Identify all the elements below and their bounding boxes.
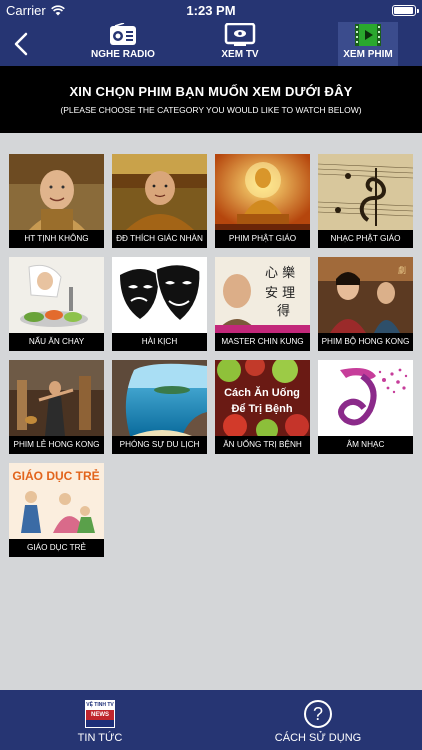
svg-text:安 理: 安 理 [265, 286, 295, 301]
news-logo-mid-text: NEWS [86, 710, 114, 720]
tile-overlay-text: Để Trị Bệnh [231, 403, 292, 415]
banner-subtitle: (PLEASE CHOOSE THE CATEGORY YOU WOULD LI… [60, 105, 362, 115]
category-tile-master-chin-kung[interactable]: 心 樂 安 理 得 MASTER CHIN KUNG [215, 257, 310, 351]
tab-label: TIN TỨC [77, 732, 123, 744]
category-tile-dd-thich-giac-nhan[interactable]: ĐĐ THÍCH GIÁC NHÀN [112, 154, 207, 248]
master-calligraphy-image: 心 樂 安 理 得 [215, 257, 310, 333]
svg-text:得: 得 [277, 303, 290, 319]
svg-text:劇: 劇 [398, 265, 406, 275]
tile-label: NHẠC PHẬT GIÁO [330, 234, 401, 243]
category-tile-an-uong-tri-benh[interactable]: Cách Ăn Uống Để Trị Bệnh ĂN UỐNG TRỊ BỆN… [215, 360, 310, 454]
battery-icon [392, 5, 419, 16]
tab-label: XEM PHIM [343, 49, 393, 60]
category-tile-phim-bo-hong-kong[interactable]: 劇 PHIM BỘ HONG KONG [318, 257, 413, 351]
tile-label: NẤU ĂN CHAY [28, 337, 85, 346]
banner-title: XIN CHỌN PHIM BẠN MUỐN XEM DƯỚI ĐÂY [69, 84, 353, 99]
help-icon: ? [304, 700, 332, 728]
tile-overlay-text: GIÁO DỤC TRẺ [12, 468, 99, 483]
tile-label: ĐĐ THÍCH GIÁC NHÀN [116, 234, 203, 243]
tab-label: CÁCH SỬ DỤNG [274, 732, 362, 744]
music-note-image [318, 360, 413, 436]
monk-portrait-image [112, 154, 207, 230]
tab-label: NGHE RADIO [91, 49, 155, 60]
category-tile-hai-kich[interactable]: HÀI KỊCH [112, 257, 207, 351]
news-logo-top-text: VỆ TINH TV [86, 701, 114, 710]
tile-label: ÂM NHẠC [346, 440, 385, 449]
music-sheet-image [318, 154, 413, 230]
bottom-tab-bar: VỆ TINH TV NEWS TIN TỨC ? CÁCH SỬ DỤNG [0, 690, 422, 750]
tile-label: PHÓNG SỰ DU LỊCH [119, 440, 200, 449]
hong-kong-movie-image [9, 360, 104, 436]
tile-label: HÀI KỊCH [141, 337, 178, 346]
tile-overlay-text: Cách Ăn Uống [224, 386, 300, 399]
child-education-image: GIÁO DỤC TRẺ [9, 463, 104, 539]
tile-label: PHIM LẺ HONG KONG [13, 440, 100, 449]
category-tile-nau-an-chay[interactable]: NẤU ĂN CHAY [9, 257, 104, 351]
tab-nghe-radio[interactable]: NGHE RADIO [88, 22, 158, 66]
vegetarian-cooking-image [9, 257, 104, 333]
category-tile-ht-tinh-khong[interactable]: HT TỊNH KHÔNG [9, 154, 104, 248]
news-logo-icon: VỆ TINH TV NEWS [85, 700, 115, 728]
category-tile-phong-su-du-lich[interactable]: PHÓNG SỰ DU LỊCH [112, 360, 207, 454]
category-tile-nhac-phat-giao[interactable]: NHẠC PHẬT GIÁO [318, 154, 413, 248]
tile-label: ĂN UỐNG TRỊ BỆNH [223, 440, 302, 449]
category-banner: XIN CHỌN PHIM BẠN MUỐN XEM DƯỚI ĐÂY (PLE… [0, 66, 422, 133]
nav-bar: NGHE RADIO XEM TV XEM PHIM [0, 22, 422, 66]
category-tile-giao-duc-tre[interactable]: GIÁO DỤC TRẺ GIÁO DỤC TRẺ [9, 463, 104, 557]
tile-label: HT TỊNH KHÔNG [24, 234, 89, 243]
travel-beach-image [112, 360, 207, 436]
clock: 1:23 PM [186, 3, 236, 18]
golden-buddha-image [215, 154, 310, 230]
tile-label: GIÁO DỤC TRẺ [27, 543, 86, 552]
category-tile-phim-le-hong-kong[interactable]: PHIM LẺ HONG KONG [9, 360, 104, 454]
status-bar: Carrier 1:23 PM [0, 0, 422, 22]
film-icon [355, 24, 381, 46]
back-chevron-icon[interactable] [10, 30, 34, 58]
healthy-eating-image: Cách Ăn Uống Để Trị Bệnh [215, 360, 310, 436]
radio-icon [110, 23, 136, 45]
tile-label: PHIM BỘ HONG KONG [321, 337, 410, 346]
tab-cach-su-dung[interactable]: ? CÁCH SỬ DỤNG [270, 690, 366, 750]
theater-masks-image [112, 257, 207, 333]
monk-portrait-image [9, 154, 104, 230]
tile-label: MASTER CHIN KUNG [221, 337, 304, 346]
tab-xem-tv[interactable]: XEM TV [205, 22, 275, 66]
tile-label: PHIM PHẬT GIÁO [228, 234, 297, 243]
tv-icon [224, 23, 256, 46]
svg-text:心 樂: 心 樂 [265, 265, 295, 281]
tab-label: XEM TV [221, 49, 259, 60]
category-tile-am-nhac[interactable]: ÂM NHẠC [318, 360, 413, 454]
tab-tin-tuc[interactable]: VỆ TINH TV NEWS TIN TỨC [60, 690, 140, 750]
category-tile-phim-phat-giao[interactable]: PHIM PHẬT GIÁO [215, 154, 310, 248]
tab-xem-phim[interactable]: XEM PHIM [338, 22, 398, 66]
hong-kong-drama-image: 劇 [318, 257, 413, 333]
